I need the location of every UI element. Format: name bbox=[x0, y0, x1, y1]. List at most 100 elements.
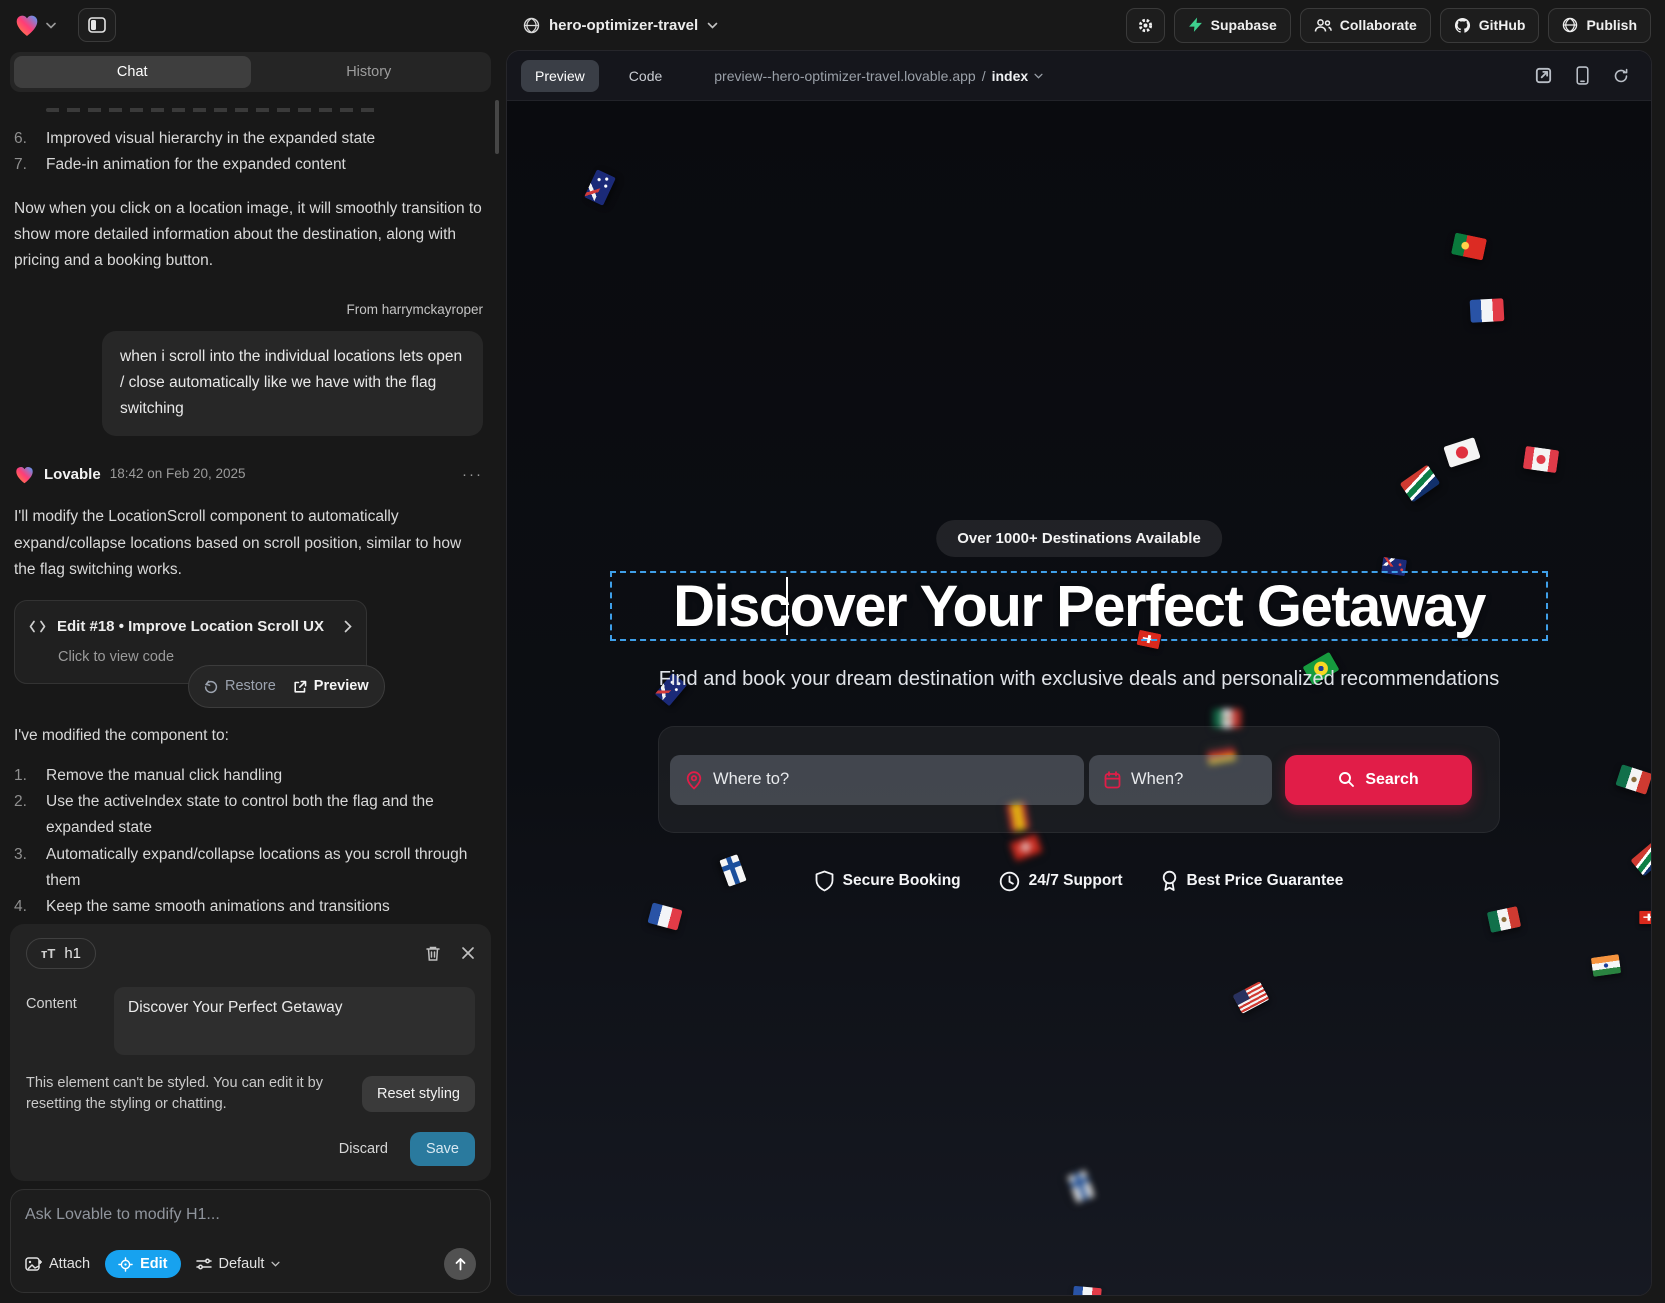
project-name: hero-optimizer-travel bbox=[549, 17, 698, 34]
text-caret bbox=[786, 577, 788, 635]
preview-url-page: index bbox=[992, 68, 1029, 84]
chat-scrollbar[interactable] bbox=[495, 100, 499, 154]
content-textarea[interactable]: Discover Your Perfect Getaway bbox=[114, 987, 475, 1055]
message-menu-button[interactable]: ··· bbox=[462, 462, 483, 488]
restore-button[interactable]: Restore bbox=[204, 674, 276, 699]
delete-element-button[interactable] bbox=[425, 945, 441, 962]
refresh-button[interactable] bbox=[1613, 68, 1629, 84]
message-timestamp: 18:42 on Feb 20, 2025 bbox=[110, 463, 246, 486]
clipped-text-line bbox=[46, 108, 376, 112]
preview-panel: Preview Code preview--hero-optimizer-tra… bbox=[506, 50, 1652, 1296]
flag-switzerland-icon bbox=[1010, 834, 1043, 861]
code-icon bbox=[29, 620, 46, 633]
open-in-new-tab-button[interactable] bbox=[1535, 67, 1552, 84]
content-field-label: Content bbox=[26, 987, 88, 1055]
hero-heading[interactable]: Discover Your Perfect Getaway bbox=[673, 573, 1485, 640]
flag-usa-icon bbox=[1232, 981, 1269, 1014]
styling-note: This element can't be styled. You can ed… bbox=[26, 1073, 348, 1117]
floating-flags-layer bbox=[507, 101, 1651, 1296]
chat-input-placeholder[interactable]: Ask Lovable to modify H1... bbox=[25, 1206, 476, 1224]
feature-secure-booking: Secure Booking bbox=[815, 870, 961, 892]
lovable-heart-icon bbox=[14, 465, 35, 484]
preview-toolbar: Preview Code preview--hero-optimizer-tra… bbox=[507, 51, 1651, 101]
tab-chat[interactable]: Chat bbox=[14, 56, 251, 88]
search-button[interactable]: Search bbox=[1285, 755, 1472, 805]
url-chevron-down-icon bbox=[1034, 73, 1043, 79]
where-to-input[interactable]: Where to? bbox=[670, 755, 1084, 805]
assistant-list-top: 6. Improved visual hierarchy in the expa… bbox=[14, 126, 483, 179]
sidebar-toggle-button[interactable] bbox=[78, 8, 116, 42]
list-item: 6. Improved visual hierarchy in the expa… bbox=[14, 126, 483, 152]
chat-input-box[interactable]: Ask Lovable to modify H1... Attach Edit … bbox=[10, 1189, 491, 1293]
mobile-view-button[interactable] bbox=[1576, 66, 1589, 85]
logo-chevron-down-icon[interactable] bbox=[46, 22, 56, 29]
search-bar: Where to? When? Search bbox=[658, 726, 1500, 833]
send-message-button[interactable] bbox=[444, 1248, 476, 1280]
publish-globe-icon bbox=[1562, 17, 1578, 33]
element-editor-panel: тT h1 Content Discover Your Perfect Geta… bbox=[10, 924, 491, 1182]
flag-portugal-icon bbox=[1451, 232, 1487, 260]
sidebar-tabs: Chat History bbox=[10, 52, 491, 92]
shield-icon bbox=[815, 870, 834, 892]
feature-support: 24/7 Support bbox=[999, 871, 1123, 892]
when-input[interactable]: When? bbox=[1089, 755, 1272, 805]
chevron-right-icon bbox=[344, 620, 352, 633]
project-switcher[interactable]: hero-optimizer-travel bbox=[523, 17, 718, 34]
selected-h1-element[interactable]: Discover Your Perfect Getaway bbox=[610, 571, 1548, 641]
edit-mode-button[interactable]: Edit bbox=[105, 1250, 180, 1278]
clock-icon bbox=[999, 871, 1020, 892]
flag-canada-icon bbox=[1523, 446, 1559, 473]
flag-switzerland-icon bbox=[1639, 911, 1651, 924]
discard-button[interactable]: Discard bbox=[339, 1141, 388, 1157]
settings-button[interactable] bbox=[1126, 8, 1165, 43]
edit-card-title: Edit #18 • Improve Location Scroll UX bbox=[57, 614, 333, 640]
list-item: 4. Keep the same smooth animations and t… bbox=[14, 894, 483, 919]
default-mode-dropdown[interactable]: Default bbox=[196, 1256, 281, 1272]
flag-mexico-icon bbox=[1487, 906, 1521, 933]
flag-finland-icon bbox=[1067, 1170, 1094, 1203]
user-message-bubble: when i scroll into the individual locati… bbox=[102, 331, 483, 436]
project-chevron-down-icon bbox=[707, 22, 718, 29]
tab-history[interactable]: History bbox=[251, 56, 488, 88]
reset-styling-button[interactable]: Reset styling bbox=[362, 1076, 475, 1112]
element-tag-pill[interactable]: тT h1 bbox=[26, 938, 96, 969]
destinations-badge: Over 1000+ Destinations Available bbox=[936, 520, 1222, 557]
list-item: 1. Remove the manual click handling bbox=[14, 763, 483, 789]
preview-button[interactable]: Preview bbox=[293, 674, 369, 699]
sliders-icon bbox=[196, 1257, 212, 1271]
save-button[interactable]: Save bbox=[410, 1132, 475, 1166]
restore-preview-pill: Restore Preview bbox=[188, 665, 385, 708]
people-icon bbox=[1314, 18, 1332, 33]
tab-code[interactable]: Code bbox=[615, 60, 676, 92]
lovable-logo-heart-icon[interactable] bbox=[14, 13, 40, 37]
element-tag-label: h1 bbox=[64, 945, 81, 962]
preview-url[interactable]: preview--hero-optimizer-travel.lovable.a… bbox=[714, 68, 1043, 84]
feature-best-price: Best Price Guarantee bbox=[1161, 870, 1344, 892]
supabase-bolt-icon bbox=[1188, 17, 1203, 33]
feature-list: Secure Booking 24/7 Support Best Price G… bbox=[507, 870, 1651, 892]
assistant-name: Lovable bbox=[44, 462, 101, 488]
award-icon bbox=[1161, 870, 1178, 892]
close-panel-button[interactable] bbox=[461, 946, 475, 960]
chat-message-list[interactable]: 6. Improved visual hierarchy in the expa… bbox=[0, 98, 501, 920]
magnifier-icon bbox=[1338, 771, 1355, 788]
github-button[interactable]: GitHub bbox=[1440, 8, 1540, 43]
tab-preview[interactable]: Preview bbox=[521, 60, 599, 92]
list-item: 3. Automatically expand/collapse locatio… bbox=[14, 842, 483, 895]
assistant-header: Lovable 18:42 on Feb 20, 2025 ··· bbox=[14, 462, 483, 488]
globe-icon bbox=[523, 17, 540, 34]
attach-button[interactable]: Attach bbox=[25, 1256, 90, 1272]
target-icon bbox=[118, 1257, 133, 1272]
preview-viewport[interactable]: Over 1000+ Destinations Available Discov… bbox=[507, 101, 1651, 1296]
assistant-paragraph: I've modified the component to: bbox=[14, 723, 483, 749]
chat-sidebar: Chat History 6. Improved visual hierarch… bbox=[0, 50, 501, 1303]
collaborate-button[interactable]: Collaborate bbox=[1300, 8, 1431, 43]
supabase-button[interactable]: Supabase bbox=[1174, 8, 1291, 43]
github-icon bbox=[1454, 17, 1471, 34]
restore-icon bbox=[204, 680, 218, 694]
flag-southafrica-icon bbox=[1400, 465, 1441, 503]
flag-australia-icon bbox=[584, 169, 616, 206]
flag-france-icon bbox=[1072, 1286, 1102, 1296]
top-bar: hero-optimizer-travel Supabase Collabora… bbox=[0, 0, 1665, 50]
publish-button[interactable]: Publish bbox=[1548, 8, 1651, 43]
